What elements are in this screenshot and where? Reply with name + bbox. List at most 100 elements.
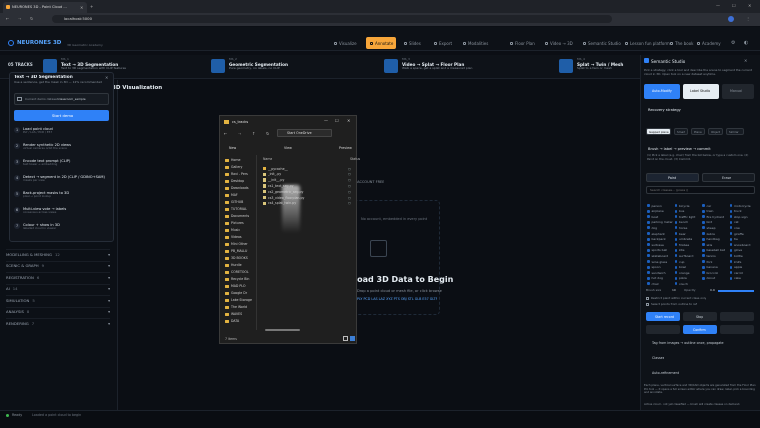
explorer-tree-item[interactable]: PB_MALLU (225, 248, 257, 254)
new-tab-icon[interactable]: + (90, 4, 93, 9)
class-chip[interactable]: cat (729, 220, 756, 225)
class-chip[interactable]: spoon (647, 265, 673, 270)
class-chip[interactable]: apple (729, 265, 756, 270)
explorer-minimize-icon[interactable]: — (324, 118, 328, 123)
recovery-pill[interactable]: Object (708, 128, 723, 135)
explorer-tree-item[interactable]: Music (225, 227, 257, 233)
class-chip[interactable]: surfboard (674, 253, 701, 258)
class-chip[interactable]: bus (674, 209, 701, 214)
explorer-file-row[interactable]: __pycache__ ○ (263, 166, 355, 171)
class-chip[interactable]: train (702, 209, 728, 214)
toolbar-button-extra[interactable] (720, 312, 754, 321)
class-chip[interactable]: zebra (702, 231, 728, 236)
explorer-details-view-icon[interactable] (343, 336, 348, 341)
browser-tab[interactable]: NEURONES 3D - Point Cloud ... ✕ (3, 2, 87, 13)
secondary-button[interactable] (646, 325, 680, 334)
class-chip[interactable]: chair (647, 281, 673, 286)
class-chip[interactable]: bottle (729, 253, 756, 258)
class-chip[interactable]: boat (647, 214, 673, 219)
nav-floor-plan[interactable]: Floor Plan (506, 37, 536, 49)
class-chip[interactable]: wine glass (647, 259, 673, 264)
onboarding-step[interactable]: 2 Render synthetic 2D views virtual camera… (14, 143, 111, 151)
track-card[interactable]: MS_1 Text → 3D Segmentation Text to 3D seg… (43, 58, 203, 76)
explorer-preview-button[interactable]: Preview (339, 146, 352, 150)
nav-video-3d[interactable]: Video → 3D (541, 37, 574, 49)
forward-icon[interactable]: → (18, 16, 21, 21)
explorer-tree-item[interactable]: Ravi - Pers (225, 171, 257, 177)
nav-the-book[interactable]: The book (666, 37, 693, 49)
class-chip[interactable]: backpack (647, 237, 673, 242)
track-card[interactable]: MS_4 Splat → Twin / Mesh Splat to a twin o… (559, 58, 719, 76)
class-chip[interactable]: cow (729, 225, 756, 230)
explorer-tree-item[interactable]: 3D BOOKS (225, 255, 257, 261)
class-chip[interactable]: orange (674, 270, 701, 275)
onboarding-step[interactable]: 5 Back-project masks to 3D pixel → point l… (14, 191, 111, 199)
explorer-tree-item[interactable]: Home (225, 157, 257, 163)
explorer-tree-item[interactable]: GITHUB (225, 199, 257, 205)
opacity-slider[interactable] (718, 290, 754, 292)
explorer-tree-item[interactable]: Lake Storage (225, 297, 257, 303)
category-row[interactable]: MODELLING & MESHING 12 ▾ (6, 249, 110, 258)
profile-icon[interactable] (728, 16, 734, 22)
class-chip[interactable]: banana (702, 265, 728, 270)
category-row[interactable]: SCENIC & GRAPH 9 ▾ (6, 260, 110, 270)
track-card[interactable]: MS_2 Geometric Segmentation Pure geometry,… (211, 58, 371, 76)
onboarding-step[interactable]: 1 Load point cloud PLY / LAS / PCD / E57 (14, 127, 111, 135)
explorer-forward-icon[interactable]: → (238, 131, 241, 136)
class-chip[interactable]: kite (674, 248, 701, 253)
class-chip[interactable]: carrot (729, 270, 756, 275)
explorer-file-row[interactable]: _init_.py ○ (263, 172, 355, 177)
class-chip[interactable]: giraffe (729, 231, 756, 236)
class-chip[interactable]: traffic light (674, 214, 701, 219)
explorer-maximize-icon[interactable]: ☐ (335, 118, 339, 123)
recovery-pill[interactable]: Smart (674, 128, 688, 135)
class-chip[interactable]: donut (702, 276, 728, 281)
explorer-close-icon[interactable]: ✕ (347, 118, 350, 123)
outline-checkbox[interactable] (646, 303, 649, 306)
nav-visualize[interactable]: Visualize (330, 37, 360, 49)
explorer-file-row[interactable]: cs1_text_seg.py ○ (263, 183, 355, 188)
explorer-refresh-icon[interactable]: ↻ (266, 131, 269, 136)
class-chip[interactable]: stop sign (729, 214, 756, 219)
class-chip[interactable]: bear (674, 231, 701, 236)
class-chip[interactable]: cake (729, 276, 756, 281)
class-chip[interactable]: umbrella (674, 237, 701, 242)
back-icon[interactable]: ← (6, 16, 9, 21)
class-chip[interactable]: hot dog (647, 276, 673, 281)
category-row[interactable]: SIMULATION 5 ▾ (6, 295, 110, 304)
class-chip[interactable]: pizza (674, 276, 701, 281)
class-chip[interactable]: motorcycle (729, 203, 756, 208)
explorer-view-button[interactable]: View (284, 146, 292, 150)
class-chip[interactable]: person (647, 203, 673, 208)
explorer-tree-item[interactable]: Recycle Bin (225, 276, 257, 282)
class-chip[interactable]: knife (729, 259, 756, 264)
explorer-scrollbar[interactable] (265, 329, 300, 331)
class-chip[interactable]: cup (674, 259, 701, 264)
theme-icon[interactable]: ◐ (744, 40, 748, 46)
recovery-pill[interactable]: Similar (726, 128, 744, 135)
explorer-tree-item[interactable]: Hurdle (225, 262, 257, 268)
explorer-tree-item[interactable]: CORETOOL (225, 269, 257, 275)
class-chip[interactable]: suitcase (647, 242, 673, 247)
explorer-tree-item[interactable]: Google Dr (225, 290, 257, 296)
class-chip[interactable]: truck (729, 209, 756, 214)
nav-annotate[interactable]: Annotate (366, 37, 396, 49)
explorer-tree-item[interactable]: Downloads (225, 185, 257, 191)
recovery-pill[interactable]: Plane (691, 128, 705, 135)
class-chip[interactable]: fork (702, 259, 728, 264)
class-chip[interactable]: glove (729, 248, 756, 253)
class-chip[interactable]: baseball bat (702, 248, 728, 253)
reload-icon[interactable]: ↻ (30, 16, 33, 21)
class-chip[interactable]: broccoli (702, 270, 728, 275)
settings-icon[interactable]: ⚙ (731, 40, 735, 46)
class-chip[interactable]: couch (674, 281, 701, 286)
explorer-tree-item[interactable]: Mini Other (225, 241, 257, 247)
restrict-checkbox[interactable] (646, 297, 649, 300)
minimize-window-icon[interactable]: — (716, 3, 720, 8)
tertiary-button[interactable] (720, 325, 754, 334)
explorer-file-row[interactable]: cs2_geometric_seg.py ○ (263, 189, 355, 194)
close-tab-icon[interactable]: ✕ (80, 5, 83, 10)
explorer-tree-item[interactable]: Pictures (225, 220, 257, 226)
category-row[interactable]: AI 14 ▾ (6, 283, 110, 293)
menu-icon[interactable]: ⋮ (746, 16, 750, 21)
